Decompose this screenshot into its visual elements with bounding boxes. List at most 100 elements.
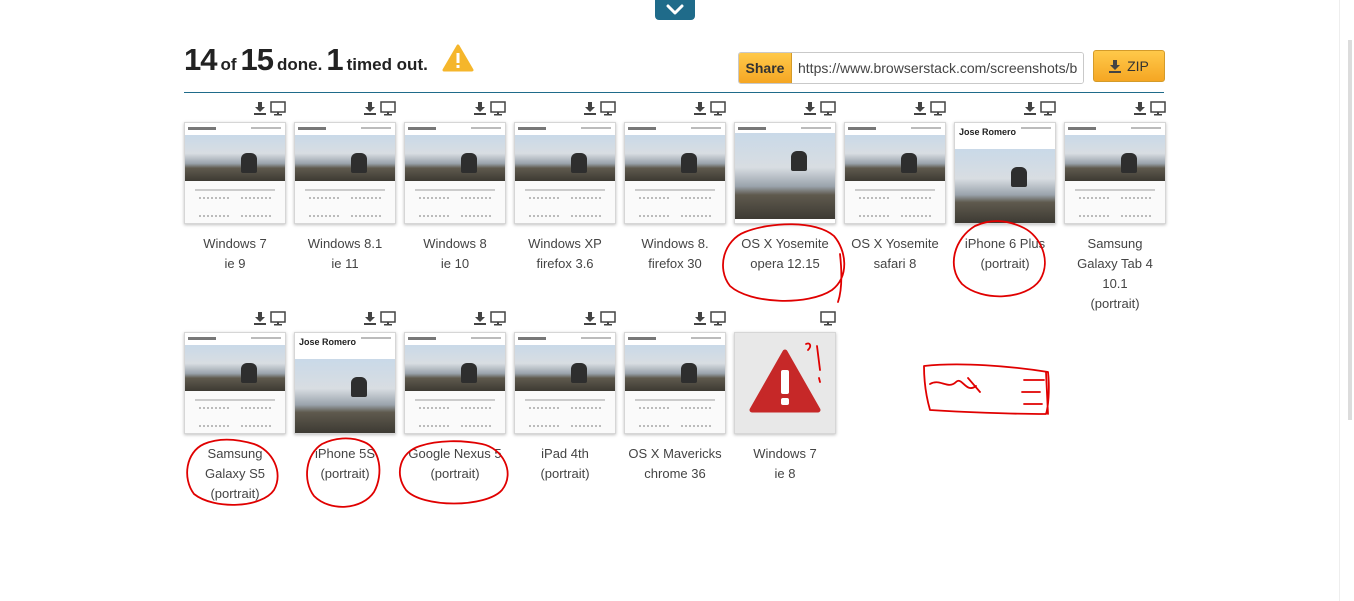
download-icon[interactable] — [1132, 100, 1148, 116]
collapse-toggle[interactable] — [655, 0, 695, 20]
download-icon[interactable] — [252, 310, 268, 326]
screenshot-tile[interactable]: Jose Romero iPhone 5S (portrait) — [294, 310, 396, 484]
screenshot-thumbnail[interactable] — [514, 122, 616, 224]
annotation-scribble — [923, 363, 1050, 415]
screenshot-label: iPhone 5S (portrait) — [294, 444, 396, 484]
monitor-icon[interactable] — [1150, 100, 1166, 116]
screenshot-thumbnail[interactable] — [294, 122, 396, 224]
label-line-1: OS X Yosemite — [851, 236, 939, 251]
thumb-body — [845, 181, 945, 223]
download-icon[interactable] — [362, 310, 378, 326]
label-line-2: opera 12.15 — [750, 256, 820, 271]
download-icon[interactable] — [582, 310, 598, 326]
label-line-2: chrome 36 — [644, 466, 706, 481]
screenshot-thumbnail[interactable] — [404, 332, 506, 434]
tile-toolbar — [404, 310, 506, 330]
thumb-photo — [845, 135, 945, 181]
screenshot-tile[interactable]: Windows 8 ie 10 — [404, 100, 506, 274]
tile-toolbar — [184, 100, 286, 120]
screenshot-thumbnail[interactable] — [844, 122, 946, 224]
screenshot-tile[interactable]: Samsung Galaxy S5 (portrait) — [184, 310, 286, 504]
monitor-icon[interactable] — [490, 100, 506, 116]
screenshot-tile[interactable]: iPad 4th (portrait) — [514, 310, 616, 484]
share-button[interactable]: Share — [739, 53, 792, 83]
download-icon[interactable] — [472, 100, 488, 116]
screenshot-thumbnail[interactable]: Jose Romero — [954, 122, 1056, 224]
scrollbar-thumb[interactable] — [1348, 40, 1352, 420]
monitor-icon[interactable] — [380, 100, 396, 116]
warning-icon — [442, 44, 474, 77]
download-icon[interactable] — [252, 100, 268, 116]
label-line-2: Galaxy Tab 4 10.1 — [1077, 256, 1153, 291]
label-line-2: ie 11 — [331, 256, 359, 271]
tile-toolbar — [184, 310, 286, 330]
screenshot-thumbnail[interactable]: Jose Romero — [294, 332, 396, 434]
monitor-icon[interactable] — [820, 310, 836, 326]
thumb-photo — [515, 135, 615, 181]
of-text: of — [220, 55, 237, 74]
screenshot-tile[interactable]: Windows 7 ie 8 — [734, 310, 836, 484]
screenshot-thumbnail[interactable] — [624, 332, 726, 434]
thumb-header — [625, 123, 725, 135]
screenshot-tile[interactable]: Windows 8. firefox 30 — [624, 100, 726, 274]
download-icon[interactable] — [1022, 100, 1038, 116]
screenshot-label: OS X Mavericks chrome 36 — [624, 444, 726, 484]
monitor-icon[interactable] — [600, 100, 616, 116]
screenshot-tile[interactable]: Samsung Galaxy Tab 4 10.1 (portrait) — [1064, 100, 1166, 314]
tile-toolbar — [1064, 100, 1166, 120]
screenshot-tile[interactable]: OS X Yosemite safari 8 — [844, 100, 946, 274]
screenshot-thumbnail[interactable] — [184, 332, 286, 434]
download-icon[interactable] — [362, 100, 378, 116]
tile-toolbar — [514, 100, 616, 120]
label-line-1: Samsung — [207, 446, 263, 461]
monitor-icon[interactable] — [380, 310, 396, 326]
monitor-icon[interactable] — [270, 100, 286, 116]
thumb-body — [1065, 181, 1165, 223]
monitor-icon[interactable] — [1040, 100, 1056, 116]
monitor-icon[interactable] — [930, 100, 946, 116]
monitor-icon[interactable] — [600, 310, 616, 326]
monitor-icon[interactable] — [270, 310, 286, 326]
monitor-icon[interactable] — [710, 100, 726, 116]
thumb-photo — [405, 345, 505, 391]
thumb-body — [625, 181, 725, 223]
screenshot-tile[interactable]: Windows 7 ie 9 — [184, 100, 286, 274]
screenshot-thumbnail[interactable] — [1064, 122, 1166, 224]
monitor-icon[interactable] — [710, 310, 726, 326]
download-icon[interactable] — [582, 100, 598, 116]
screenshot-thumbnail[interactable] — [624, 122, 726, 224]
screenshot-tile[interactable]: Google Nexus 5 (portrait) — [404, 310, 506, 484]
download-icon[interactable] — [472, 310, 488, 326]
thumb-photo — [625, 345, 725, 391]
screenshot-tile[interactable]: Windows XP firefox 3.6 — [514, 100, 616, 274]
download-icon[interactable] — [692, 100, 708, 116]
screenshot-tile[interactable]: OS X Yosemite opera 12.15 — [734, 100, 836, 274]
monitor-icon[interactable] — [490, 310, 506, 326]
screenshot-label: Samsung Galaxy S5 (portrait) — [184, 444, 286, 504]
thumb-body — [185, 391, 285, 433]
screenshot-tile[interactable]: Jose Romero iPhone 6 Plus (portrait) — [954, 100, 1056, 274]
tile-toolbar — [954, 100, 1056, 120]
screenshot-thumbnail[interactable] — [734, 122, 836, 224]
timed-out-text: timed out. — [346, 55, 428, 74]
screenshot-thumbnail[interactable] — [734, 332, 836, 434]
screenshot-label: OS X Yosemite safari 8 — [844, 234, 946, 274]
download-icon[interactable] — [692, 310, 708, 326]
chevron-down-icon — [666, 4, 684, 15]
screenshot-tile[interactable]: OS X Mavericks chrome 36 — [624, 310, 726, 484]
download-icon[interactable] — [802, 100, 818, 116]
download-icon[interactable] — [912, 100, 928, 116]
thumb-photo — [295, 135, 395, 181]
status-summary: 14 of 15 done. 1 timed out. — [184, 42, 474, 82]
tile-toolbar — [294, 100, 396, 120]
screenshot-tile[interactable]: Windows 8.1 ie 11 — [294, 100, 396, 274]
label-line-1: Windows 8. — [641, 236, 709, 251]
screenshot-thumbnail[interactable] — [404, 122, 506, 224]
screenshot-thumbnail[interactable] — [184, 122, 286, 224]
monitor-icon[interactable] — [820, 100, 836, 116]
scrollbar[interactable] — [1339, 0, 1354, 601]
share-url-field[interactable] — [792, 53, 1083, 83]
tile-toolbar — [624, 310, 726, 330]
screenshot-thumbnail[interactable] — [514, 332, 616, 434]
zip-download-button[interactable]: ZIP — [1093, 50, 1165, 82]
